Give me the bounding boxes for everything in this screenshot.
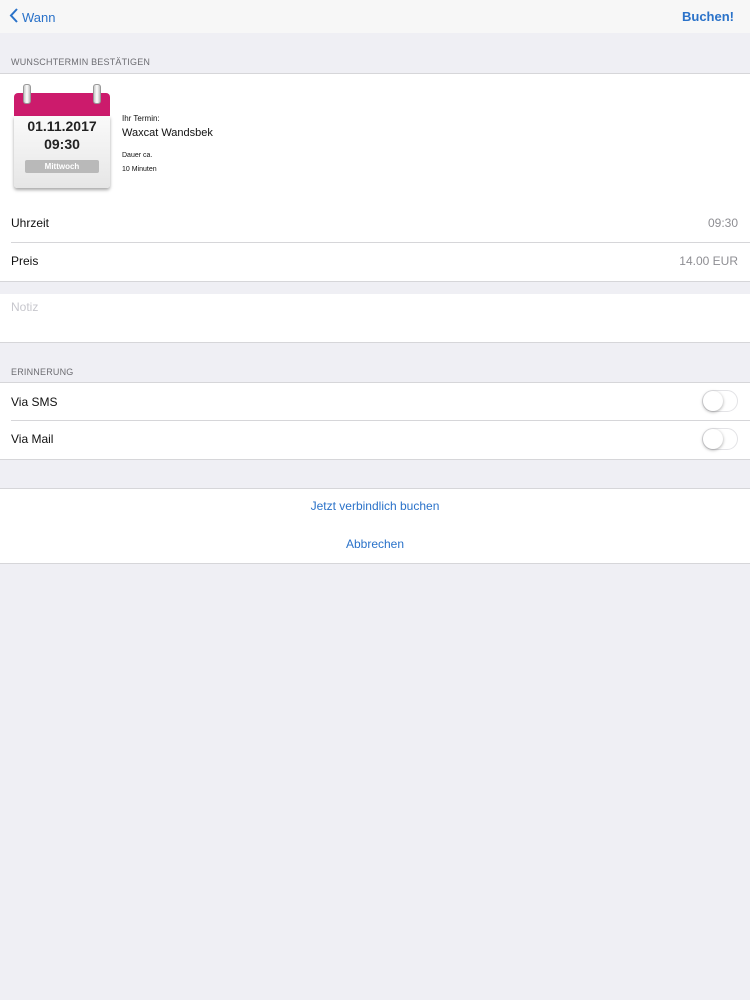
book-now-button[interactable]: Jetzt verbindlich buchen: [0, 499, 750, 513]
sms-reminder-toggle[interactable]: [702, 390, 738, 412]
back-button[interactable]: Wann: [9, 8, 55, 26]
time-row-value: 09:30: [707, 216, 738, 230]
row-divider: [11, 420, 750, 421]
toggle-knob: [703, 391, 723, 411]
appointment-name: Waxcat Wandsbek: [122, 127, 213, 139]
calendar-icon: 01.11.2017 09:30 Mittwoch: [14, 84, 110, 191]
appointment-label: Ihr Termin:: [122, 114, 160, 123]
calendar-ring-right: [93, 84, 101, 104]
reminder-card: [0, 382, 750, 460]
price-row-label: Preis: [11, 254, 39, 268]
note-placeholder: Notiz: [11, 300, 39, 314]
navigation-bar: Wann Buchen!: [0, 0, 750, 33]
duration-value: 10 Minuten: [122, 166, 157, 173]
time-row-label: Uhrzeit: [11, 216, 50, 230]
mail-reminder-label: Via Mail: [11, 432, 54, 446]
calendar-ring-left: [23, 84, 31, 104]
back-button-label: Wann: [22, 9, 56, 25]
book-button[interactable]: Buchen!: [682, 9, 734, 24]
note-field[interactable]: [0, 294, 750, 343]
calendar-weekday: Mittwoch: [25, 160, 99, 173]
mail-reminder-toggle[interactable]: [702, 428, 738, 450]
sms-reminder-label: Via SMS: [11, 395, 58, 409]
toggle-knob: [703, 429, 723, 449]
cancel-button[interactable]: Abbrechen: [0, 537, 750, 551]
calendar-time: 09:30: [44, 136, 80, 152]
confirm-section-header: WUNSCHTERMIN BESTÄTIGEN: [11, 57, 151, 67]
calendar-date: 01.11.2017: [27, 118, 97, 134]
appointment-card: [0, 73, 750, 282]
row-divider: [11, 242, 750, 243]
duration-label: Dauer ca.: [122, 152, 153, 159]
reminder-section-header: ERINNERUNG: [11, 367, 74, 377]
price-row-value: 14.00 EUR: [679, 254, 738, 268]
chevron-left-icon: [9, 8, 22, 26]
